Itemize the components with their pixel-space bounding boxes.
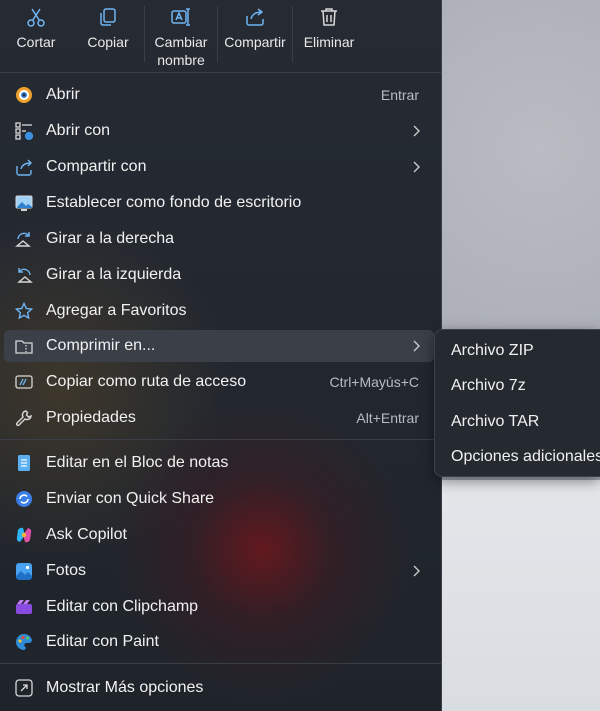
photos-icon [15,562,33,580]
wallpaper-icon [15,194,33,212]
menu-item-label: Ask Copilot [46,526,127,543]
chevron-right-icon [410,124,422,138]
shortcut-label: Ctrl+Mayús+C [329,374,419,390]
copilot-icon [15,526,33,544]
menu-item-fotos[interactable]: Fotos [4,555,434,587]
menu-item-label: Agregar a Favoritos [46,302,187,319]
cut-button[interactable]: Cortar [0,0,72,72]
desktop-window-area [442,480,600,711]
submenu-item-opciones-adicionales[interactable]: Opciones adicionales [451,448,600,466]
menu-item-label: Abrir [46,86,80,103]
menu-item-girar-derecha[interactable]: Girar a la derecha [4,223,434,255]
menu-item-label: Establecer como fondo de escritorio [46,194,302,211]
menu-item-label: Propiedades [46,409,136,426]
compress-submenu: Archivo ZIP Archivo 7z Archivo TAR Opcio… [434,329,600,477]
chevron-right-icon [410,339,422,353]
shortcut-label: Alt+Entrar [356,410,419,426]
menu-item-bloc-notas[interactable]: Editar en el Bloc de notas [4,447,434,479]
menu-item-favoritos[interactable]: Agregar a Favoritos [4,295,434,327]
menu-item-label: Girar a la izquierda [46,266,182,283]
copy-path-icon [15,373,33,391]
share-with-icon [15,158,33,176]
rename-icon [170,6,192,28]
rename-label-line2: nombre [157,52,205,68]
menu-item-abrir-con[interactable]: Abrir con [4,115,434,147]
rotate-left-icon [15,266,33,284]
chevron-right-icon [410,564,422,578]
chevron-right-icon [410,160,422,174]
star-icon [15,302,33,320]
menu-item-label: Enviar con Quick Share [46,490,215,507]
menu-item-girar-izquierda[interactable]: Girar a la izquierda [4,259,434,291]
rename-button[interactable]: Cambiar nombre [145,0,217,72]
rename-label-line1: Cambiar [154,34,208,50]
delete-button[interactable]: Eliminar [293,0,365,72]
notepad-icon [15,454,33,472]
menu-item-mas-opciones[interactable]: Mostrar Más opciones [4,672,434,704]
submenu-item-7z[interactable]: Archivo 7z [451,377,526,395]
share-label: Compartir [224,34,286,50]
copy-label: Copiar [87,34,129,50]
wrench-icon [15,409,33,427]
clipchamp-icon [15,598,33,616]
menu-item-label: Copiar como ruta de acceso [46,373,247,390]
menu-divider [0,663,442,664]
submenu-item-zip[interactable]: Archivo ZIP [451,342,534,360]
menu-item-label: Comprimir en... [46,337,156,354]
menu-item-paint[interactable]: Editar con Paint [4,626,434,658]
trash-icon [318,6,340,28]
menu-divider [0,439,442,440]
context-menu: Cortar Copiar Cambiar nombre Compartir E… [0,0,442,711]
menu-item-label: Mostrar Más opciones [46,679,204,696]
menu-item-quick-share[interactable]: Enviar con Quick Share [4,483,434,515]
menu-item-label: Editar con Clipchamp [46,598,199,615]
menu-item-label: Compartir con [46,158,147,175]
image-viewer-icon [15,86,33,104]
copy-icon [97,6,119,28]
quick-share-icon [15,490,33,508]
menu-item-label: Girar a la derecha [46,230,175,247]
menu-item-label: Abrir con [46,122,111,139]
cut-label: Cortar [16,34,56,50]
menu-item-fondo-escritorio[interactable]: Establecer como fondo de escritorio [4,187,434,219]
menu-divider [0,72,442,73]
menu-item-comprimir[interactable]: Comprimir en... [4,330,434,362]
paint-icon [15,633,33,651]
rename-label: Cambiar nombre [145,33,217,69]
shortcut-label: Entrar [380,87,419,103]
menu-item-label: Editar con Paint [46,633,159,650]
context-toolbar: Cortar Copiar Cambiar nombre Compartir E… [0,0,442,72]
scissors-icon [25,6,47,28]
more-options-icon [15,679,33,697]
menu-item-ask-copilot[interactable]: Ask Copilot [4,519,434,551]
copy-button[interactable]: Copiar [72,0,144,72]
menu-item-label: Editar en el Bloc de notas [46,454,229,471]
share-button[interactable]: Compartir [218,0,292,72]
compress-folder-icon [15,337,33,355]
menu-item-propiedades[interactable]: Propiedades Alt+Entrar [4,402,434,434]
menu-item-label: Fotos [46,562,87,579]
submenu-item-tar[interactable]: Archivo TAR [451,413,539,431]
menu-item-abrir[interactable]: Abrir Entrar [4,79,434,111]
menu-item-clipchamp[interactable]: Editar con Clipchamp [4,591,434,623]
menu-item-compartir-con[interactable]: Compartir con [4,151,434,183]
menu-item-copiar-ruta[interactable]: Copiar como ruta de acceso Ctrl+Mayús+C [4,366,434,398]
open-with-icon [15,122,33,140]
share-icon [244,6,266,28]
rotate-right-icon [15,230,33,248]
delete-label: Eliminar [303,34,355,50]
